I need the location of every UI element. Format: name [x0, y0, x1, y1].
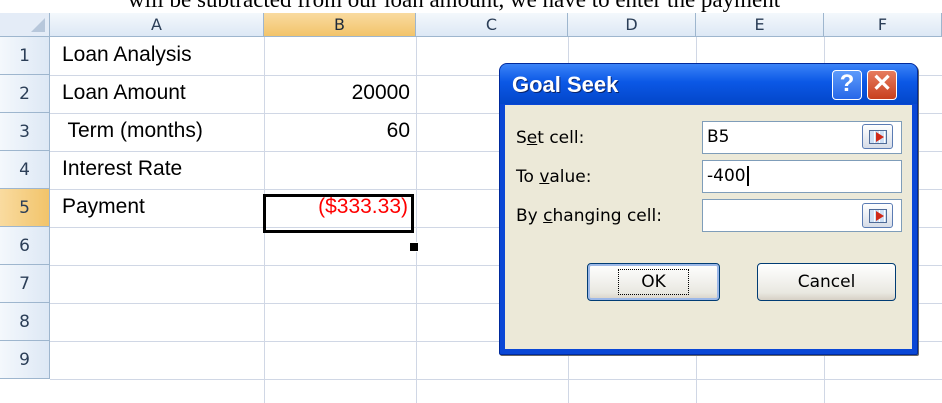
column-header-b[interactable]: B [264, 13, 416, 37]
row-header-3[interactable]: 3 [0, 113, 50, 151]
cell-a2[interactable]: Loan Amount [62, 81, 186, 105]
column-header-e[interactable]: E [696, 13, 824, 37]
cell-a1[interactable]: Loan Analysis [62, 43, 192, 67]
column-header-d[interactable]: D [568, 13, 696, 37]
row-header-1[interactable]: 1 [0, 37, 50, 75]
cancel-button[interactable]: Cancel [757, 263, 896, 301]
gridline-row-9 [50, 379, 942, 380]
ref-arrow-icon [876, 211, 884, 221]
cell-b3[interactable]: 60 [268, 119, 410, 143]
dialog-title-bar[interactable]: Goal Seek ? ✕ [500, 64, 917, 104]
cell-b2[interactable]: 20000 [268, 81, 410, 105]
cell-a3[interactable]: Term (months) [62, 119, 202, 143]
column-header-a[interactable]: A [50, 13, 264, 37]
column-header-c[interactable]: C [416, 13, 568, 37]
row-header-2[interactable]: 2 [0, 75, 50, 113]
help-button[interactable]: ? [832, 70, 862, 100]
select-all-triangle-icon [31, 18, 45, 32]
background-page-text: will be subtracted from our loan amount,… [128, 0, 780, 13]
help-icon: ? [839, 70, 855, 97]
goal-seek-dialog: Goal Seek ? ✕ Set cell: B5 To value: -40… [499, 63, 918, 355]
cell-a5[interactable]: Payment [62, 195, 145, 219]
to-value-label: To value: [516, 167, 592, 187]
set-cell-ref-button[interactable] [862, 124, 893, 149]
close-button[interactable]: ✕ [867, 70, 897, 100]
row-header-4[interactable]: 4 [0, 151, 50, 189]
dialog-title: Goal Seek [512, 72, 619, 97]
changing-cell-label: By changing cell: [516, 206, 662, 226]
row-header-7[interactable]: 7 [0, 265, 50, 303]
column-header-f[interactable]: F [824, 13, 942, 37]
background-page-text-line: will be subtracted from our loan amount,… [0, 0, 942, 13]
ok-button[interactable]: OK [587, 263, 720, 301]
row-header-9[interactable]: 9 [0, 341, 50, 379]
row-header-8[interactable]: 8 [0, 303, 50, 341]
to-value-field[interactable]: -400 [702, 160, 902, 193]
set-cell-label: Set cell: [516, 128, 585, 148]
gridline-col-b [416, 37, 417, 403]
dialog-body: Set cell: B5 To value: -400 By changing … [505, 105, 912, 349]
fill-handle[interactable] [409, 242, 419, 252]
ref-arrow-icon [876, 132, 884, 142]
active-cell-border [263, 194, 414, 233]
row-header-6[interactable]: 6 [0, 227, 50, 265]
text-caret [746, 166, 749, 186]
cell-a4[interactable]: Interest Rate [62, 157, 182, 181]
close-icon: ✕ [871, 70, 893, 97]
changing-cell-ref-button[interactable] [862, 203, 893, 228]
row-header-5[interactable]: 5 [0, 189, 50, 227]
select-all-corner[interactable] [0, 13, 50, 37]
